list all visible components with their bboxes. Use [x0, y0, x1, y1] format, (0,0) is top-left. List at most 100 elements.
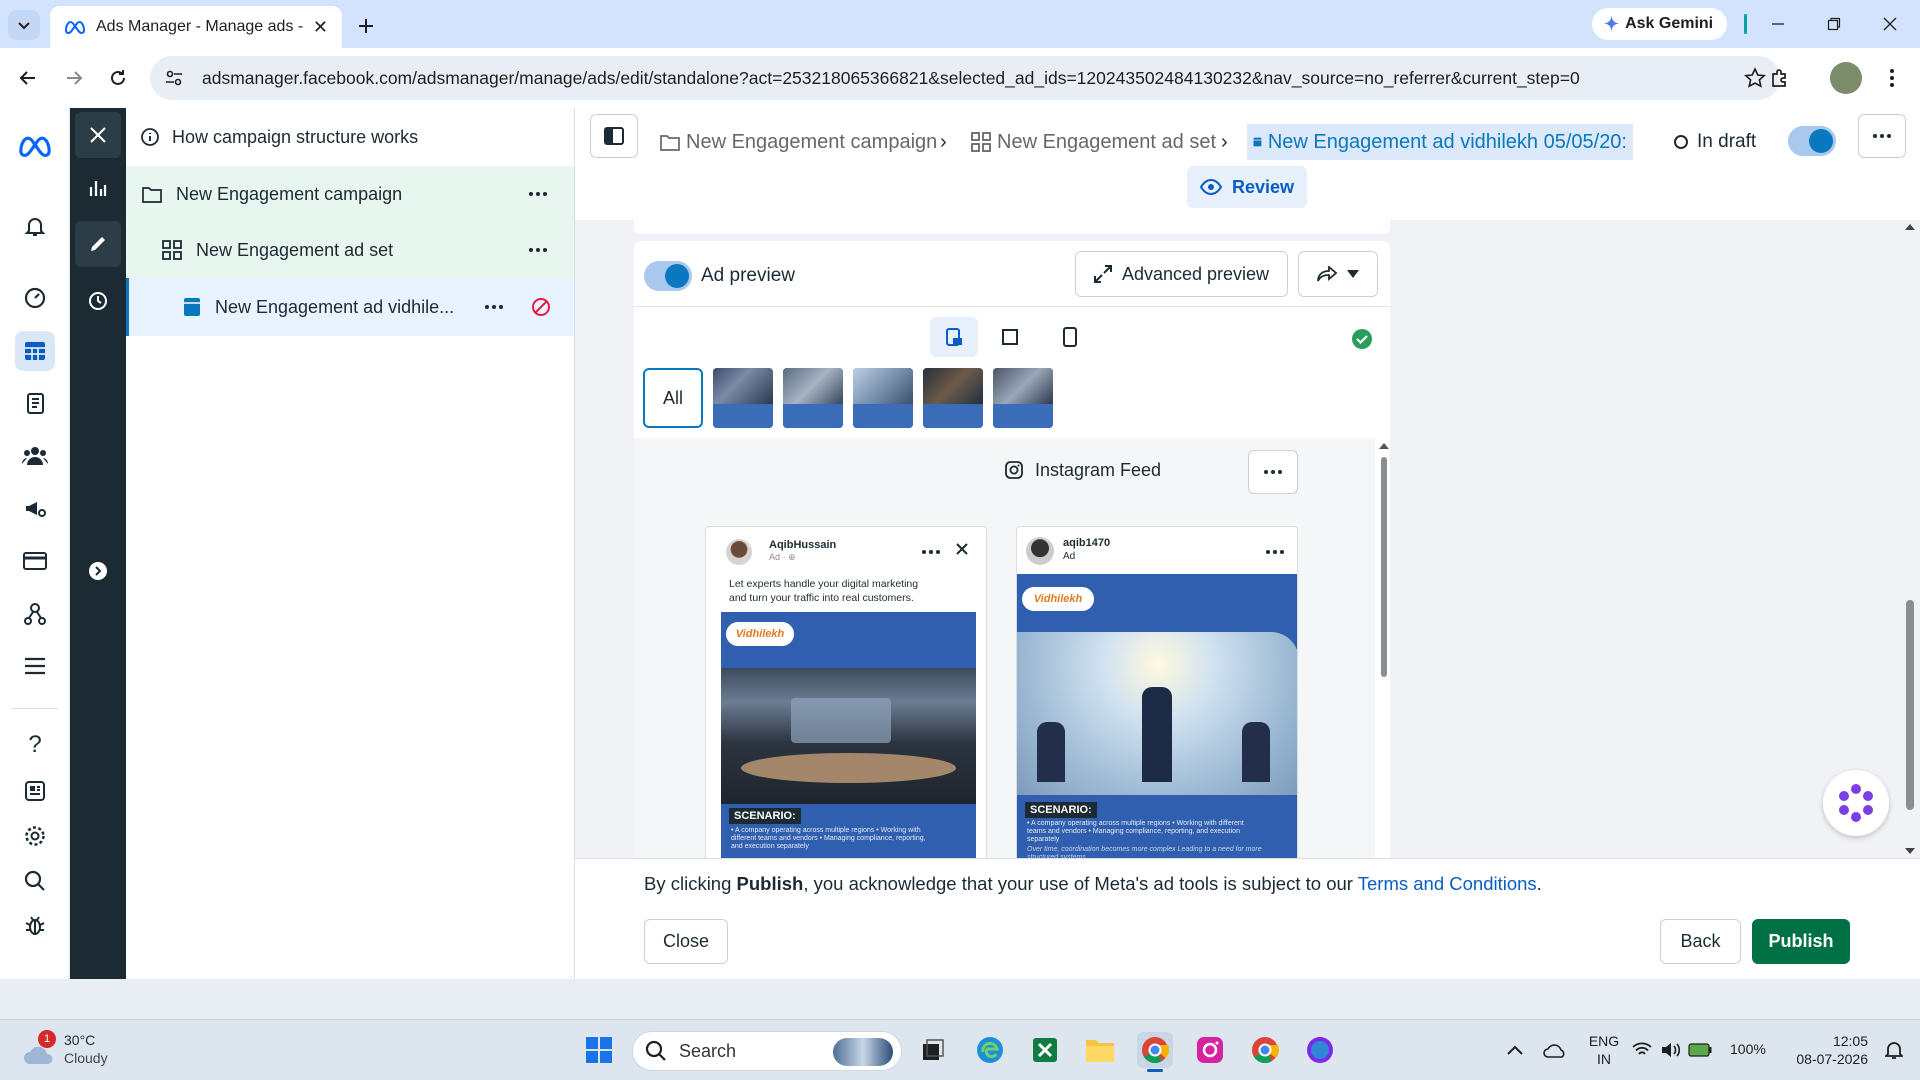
placement-square-button[interactable] [990, 317, 1030, 357]
folder-icon [1086, 1040, 1114, 1062]
media-thumbnail[interactable] [713, 368, 773, 428]
chrome-profile-app[interactable] [1247, 1032, 1283, 1068]
settings-button[interactable] [15, 816, 55, 856]
show-hidden-icons-button[interactable] [1497, 1032, 1533, 1068]
weather-widget[interactable]: 1 30°C Cloudy [20, 1030, 130, 1072]
media-thumbnail[interactable] [783, 368, 843, 428]
new-tab-button[interactable] [352, 12, 380, 40]
ads-manager-button[interactable] [15, 331, 55, 371]
campaigns-button[interactable] [15, 488, 55, 528]
help-button[interactable]: ? [15, 725, 55, 765]
minimize-button[interactable] [1750, 8, 1806, 40]
ad-more-button[interactable] [480, 295, 508, 319]
ad-preview-toggle[interactable] [644, 261, 692, 291]
campaign-tree-panel: How campaign structure works New Engagem… [126, 108, 575, 979]
tree-ad-row[interactable]: New Engagement ad vidhile... [126, 278, 574, 336]
campaign-structure-info[interactable]: How campaign structure works [126, 108, 574, 166]
extensions-button[interactable] [1764, 62, 1796, 94]
onedrive-button[interactable] [1537, 1032, 1573, 1068]
edit-button[interactable] [75, 221, 121, 267]
campaign-more-button[interactable] [524, 182, 552, 206]
file-explorer-app[interactable] [1082, 1032, 1118, 1068]
tab-search-button[interactable] [8, 10, 40, 40]
restore-icon [1827, 17, 1841, 31]
search-button[interactable] [15, 861, 55, 901]
restore-button[interactable] [1806, 8, 1862, 40]
placement-vertical-button[interactable] [1050, 317, 1090, 357]
report-bug-button[interactable] [15, 905, 55, 945]
caret-down-icon [1347, 270, 1359, 278]
all-tools-button[interactable] [15, 646, 55, 686]
forward-nav-button[interactable] [58, 62, 90, 94]
meta-logo[interactable] [15, 126, 55, 166]
ask-gemini-button[interactable]: ✦ Ask Gemini [1592, 8, 1748, 40]
breadcrumb-adset[interactable]: New Engagement ad set [971, 124, 1216, 160]
wifi-icon [1632, 1042, 1652, 1055]
chrome-app-active[interactable] [1137, 1032, 1173, 1072]
breadcrumb-ad[interactable]: New Engagement ad vidhilekh 05/05/20: [1247, 124, 1633, 160]
bookmark-star-icon[interactable] [1744, 67, 1766, 89]
adset-more-button[interactable] [524, 238, 552, 262]
clock[interactable]: 12:05 08-07-2026 [1784, 1032, 1868, 1068]
close-editor-button[interactable] [75, 112, 121, 158]
business-tools-button[interactable] [15, 594, 55, 634]
bug-icon [25, 916, 45, 935]
back-label: Back [1680, 931, 1721, 951]
dashboard-button[interactable] [15, 278, 55, 318]
canva-app[interactable] [1302, 1032, 1338, 1068]
charts-button[interactable] [75, 165, 121, 211]
advanced-preview-button[interactable]: Advanced preview [1075, 251, 1288, 297]
language-indicator[interactable]: ENG IN [1586, 1032, 1622, 1068]
tab-close-icon[interactable]: ✕ [313, 17, 328, 38]
notifications-button[interactable] [15, 206, 55, 246]
expand-panel-button[interactable] [75, 548, 121, 594]
clock-icon [89, 292, 107, 310]
system-tray-status[interactable] [1632, 1032, 1742, 1068]
back-nav-button[interactable] [12, 62, 44, 94]
start-button[interactable] [581, 1032, 617, 1068]
profile-avatar[interactable] [1830, 62, 1862, 94]
page-scrollbar[interactable] [1901, 220, 1919, 858]
preview-scrollbar[interactable] [1378, 441, 1390, 861]
review-button[interactable]: Review [1187, 166, 1307, 208]
toggle-panel-button[interactable] [590, 114, 638, 158]
close-window-button[interactable] [1862, 8, 1918, 40]
back-button[interactable]: Back [1660, 919, 1741, 964]
assistant-button[interactable] [1823, 770, 1889, 836]
placement-more-button[interactable] [1248, 450, 1298, 494]
all-media-button[interactable]: All [643, 368, 703, 428]
history-button[interactable] [75, 278, 121, 324]
post-more-icon[interactable] [917, 540, 945, 564]
close-icon[interactable] [956, 543, 968, 555]
placement-mobile-feed-button[interactable] [930, 317, 978, 357]
instagram-app[interactable] [1192, 1032, 1228, 1068]
ad-on-off-toggle[interactable] [1788, 126, 1836, 156]
audiences-button[interactable] [15, 436, 55, 476]
taskbar-search[interactable]: Search [632, 1031, 902, 1071]
scenario-heading: SCENARIO: [729, 808, 801, 824]
tree-campaign-row[interactable]: New Engagement campaign [126, 166, 574, 222]
close-button[interactable]: Close [644, 919, 728, 964]
media-thumbnail[interactable] [993, 368, 1053, 428]
reload-button[interactable] [102, 62, 134, 94]
excel-app[interactable] [1027, 1032, 1063, 1068]
media-thumbnail[interactable] [853, 368, 913, 428]
share-button[interactable] [1298, 251, 1378, 297]
more-actions-button[interactable] [1858, 114, 1906, 158]
terms-link[interactable]: Terms and Conditions [1358, 873, 1537, 894]
post-more-icon[interactable] [1261, 540, 1289, 564]
task-view-button[interactable] [915, 1032, 951, 1068]
billing-button[interactable] [15, 541, 55, 581]
breadcrumb-campaign[interactable]: New Engagement campaign [660, 124, 937, 160]
edge-app[interactable] [972, 1032, 1008, 1068]
browser-tab-active[interactable]: Ads Manager - Manage ads - Ad ✕ [50, 6, 342, 48]
address-bar[interactable]: adsmanager.facebook.com/adsmanager/manag… [150, 56, 1780, 100]
news-button[interactable] [15, 771, 55, 811]
tree-adset-row[interactable]: New Engagement ad set [126, 222, 574, 278]
notification-center-button[interactable] [1876, 1032, 1912, 1068]
draft-status-label: In draft [1697, 131, 1757, 152]
reports-button[interactable] [15, 384, 55, 424]
media-thumbnail[interactable] [923, 368, 983, 428]
browser-menu-button[interactable] [1876, 62, 1908, 94]
publish-button[interactable]: Publish [1752, 919, 1850, 964]
